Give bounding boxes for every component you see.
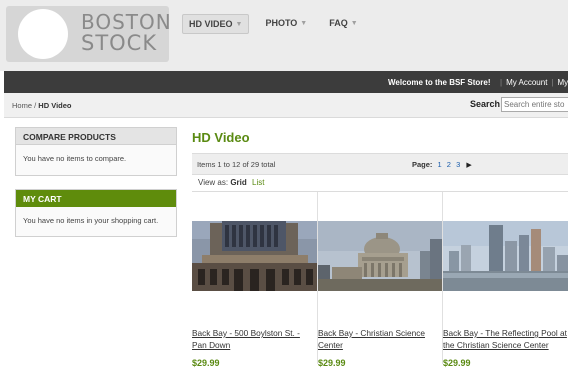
product-name-link[interactable]: Back Bay - The Reflecting Pool at the Ch…	[443, 327, 567, 351]
product-item: Back Bay - 500 Boylston St. - Pan Down $…	[192, 192, 317, 368]
view-grid-active: Grid	[230, 178, 247, 187]
pager-label: Page:	[412, 160, 433, 169]
my-cart-title: MY CART	[16, 190, 176, 207]
compare-products-message: You have no items to compare.	[23, 154, 127, 163]
search-input[interactable]	[501, 97, 568, 112]
product-price: $29.99	[443, 358, 471, 368]
church-photo-image	[318, 221, 443, 291]
account-links: |My Account|My Wis	[496, 78, 568, 87]
site-header: BOSTON STOCK HD VIDEO ▼ PHOTO ▼ FAQ ▼	[0, 0, 568, 71]
product-name-link[interactable]: Back Bay - Christian Science Center	[318, 327, 442, 351]
account-bar: Welcome to the BSF Store! | My Account | My…	[4, 71, 568, 93]
breadcrumb: Home / HD Video	[12, 101, 71, 110]
logo-line-2: STOCK	[81, 31, 158, 55]
site-logo[interactable]: BOSTON STOCK	[6, 6, 172, 62]
pager-page-3[interactable]: 3	[456, 160, 460, 169]
chevron-down-icon: ▼	[300, 19, 308, 27]
search-label: Search	[470, 99, 501, 109]
nav-item-label: HD VIDEO	[189, 19, 233, 29]
product-item: Back Bay - The Reflecting Pool at the Ch…	[442, 192, 568, 368]
pager: Page: 1 2 3 ▶	[412, 160, 472, 169]
my-cart-block: MY CART You have no items in your shoppi…	[15, 189, 177, 237]
item-count: Items 1 to 12 of 29 total	[197, 160, 276, 169]
product-item: Back Bay - Christian Science Center $29.…	[317, 192, 443, 368]
my-account-link[interactable]: My Account	[506, 78, 547, 87]
nav-item-photo[interactable]: PHOTO ▼	[259, 14, 313, 32]
logo-line-1: BOSTON	[81, 10, 172, 34]
pager-current-page: 1	[437, 160, 442, 169]
welcome-message: Welcome to the BSF Store!	[388, 78, 491, 87]
product-grid: Back Bay - 500 Boylston St. - Pan Down $…	[192, 191, 568, 368]
logo-text: BOSTON STOCK	[81, 12, 172, 54]
compare-products-block: COMPARE PRODUCTS You have no items to co…	[15, 127, 177, 176]
view-list-link[interactable]: List	[252, 178, 264, 187]
my-wishlist-link[interactable]: My Wis	[558, 78, 568, 87]
skyline-photo-image	[443, 221, 568, 291]
product-price: $29.99	[318, 358, 346, 368]
breadcrumb-home-link[interactable]: Home	[12, 101, 32, 110]
building-photo-image	[192, 221, 317, 291]
my-cart-message: You have no items in your shopping cart.	[23, 216, 159, 225]
page-title: HD Video	[192, 130, 250, 145]
view-mode-label: View as:	[198, 178, 229, 187]
nav-item-label: FAQ	[329, 18, 348, 28]
next-page-icon[interactable]: ▶	[466, 162, 471, 169]
chevron-down-icon: ▼	[235, 20, 243, 28]
top-navigation: HD VIDEO ▼ PHOTO ▼ FAQ ▼	[182, 14, 374, 34]
link-separator: |	[551, 78, 554, 87]
breadcrumb-bar: Home / HD Video Search	[4, 93, 568, 118]
breadcrumb-current: HD Video	[38, 101, 72, 110]
product-price: $29.99	[192, 358, 220, 368]
chevron-down-icon: ▼	[350, 19, 358, 27]
nav-item-label: PHOTO	[265, 18, 298, 28]
product-thumbnail[interactable]	[192, 221, 317, 291]
nav-item-hd-video[interactable]: HD VIDEO ▼	[182, 14, 250, 34]
view-mode: View as: Grid List	[198, 178, 264, 187]
compare-products-title: COMPARE PRODUCTS	[16, 128, 176, 145]
nav-item-faq[interactable]: FAQ ▼	[323, 14, 363, 32]
product-name-link[interactable]: Back Bay - 500 Boylston St. - Pan Down	[192, 327, 316, 351]
logo-circle-icon	[18, 9, 68, 59]
product-thumbnail[interactable]	[318, 221, 443, 291]
link-separator: |	[500, 78, 503, 87]
product-thumbnail[interactable]	[443, 221, 568, 291]
products-toolbar: Items 1 to 12 of 29 total Page: 1 2 3 ▶	[192, 153, 568, 175]
pager-page-2[interactable]: 2	[447, 160, 451, 169]
